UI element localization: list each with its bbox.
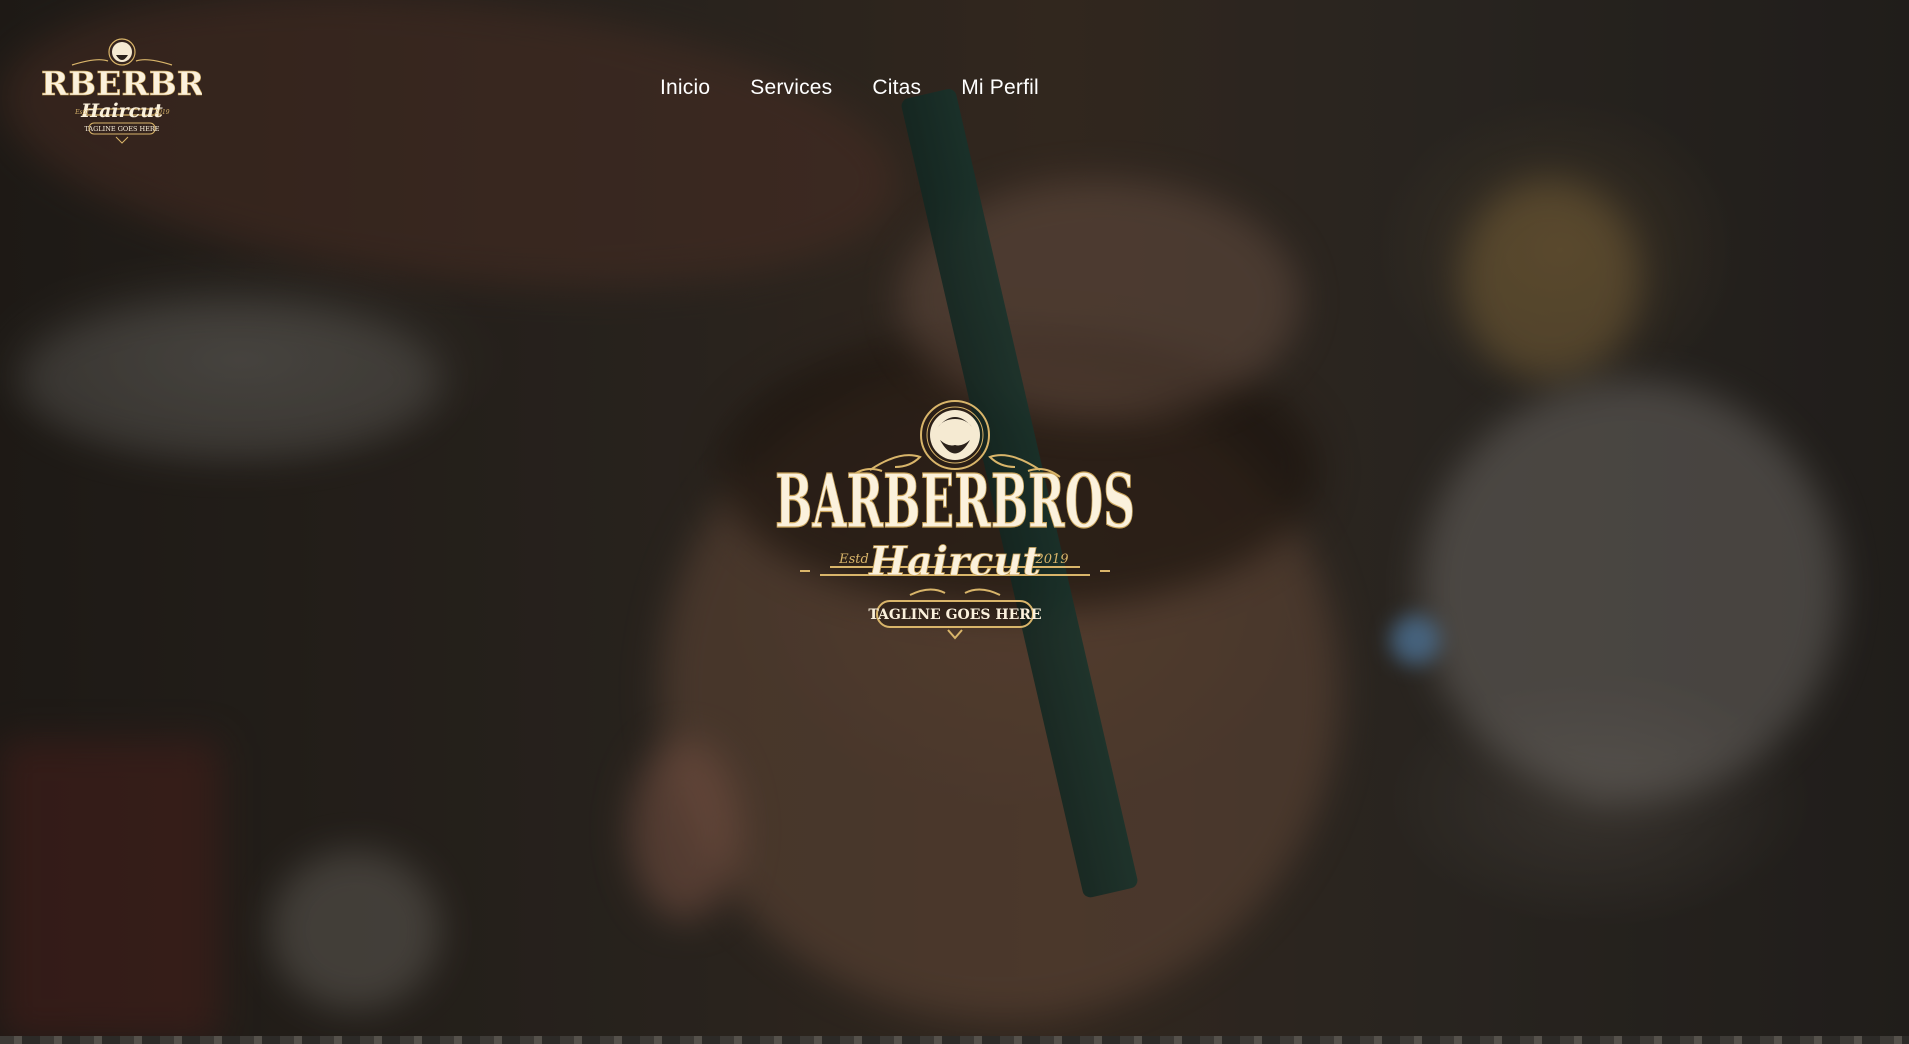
hero-logo-tagline: TAGLINE GOES HERE	[868, 607, 1041, 623]
hero-logo-estd: Estd	[838, 552, 869, 567]
hero-logo-script: Haircut	[868, 538, 1041, 585]
header-logo-year: 2019	[153, 109, 169, 116]
nav-mi-perfil[interactable]: Mi Perfil	[961, 76, 1039, 100]
site-header: BARBERBROS Haircut Estd 2019 TAGLINE GOE…	[0, 0, 1909, 180]
header-logo[interactable]: BARBERBROS Haircut Estd 2019 TAGLINE GOE…	[42, 35, 202, 145]
header-logo-estd: Estd	[74, 109, 89, 116]
hero-logo: BARBERBROS Haircut Estd 2019 TAGLINE GOE…	[774, 400, 1136, 640]
header-logo-tagline: TAGLINE GOES HERE	[84, 125, 159, 133]
nav-services[interactable]: Services	[750, 76, 832, 100]
nav-inicio[interactable]: Inicio	[660, 76, 710, 100]
bottom-edge-strip	[0, 1036, 1909, 1044]
header-logo-name: BARBERBROS	[42, 64, 202, 103]
main-nav: Inicio Services Citas Mi Perfil	[660, 76, 1039, 100]
header-logo-script: Haircut	[80, 100, 163, 122]
hero-logo-year: 2019	[1034, 552, 1068, 567]
hero-logo-name: BARBERBROS	[775, 459, 1135, 545]
nav-citas[interactable]: Citas	[872, 76, 921, 100]
